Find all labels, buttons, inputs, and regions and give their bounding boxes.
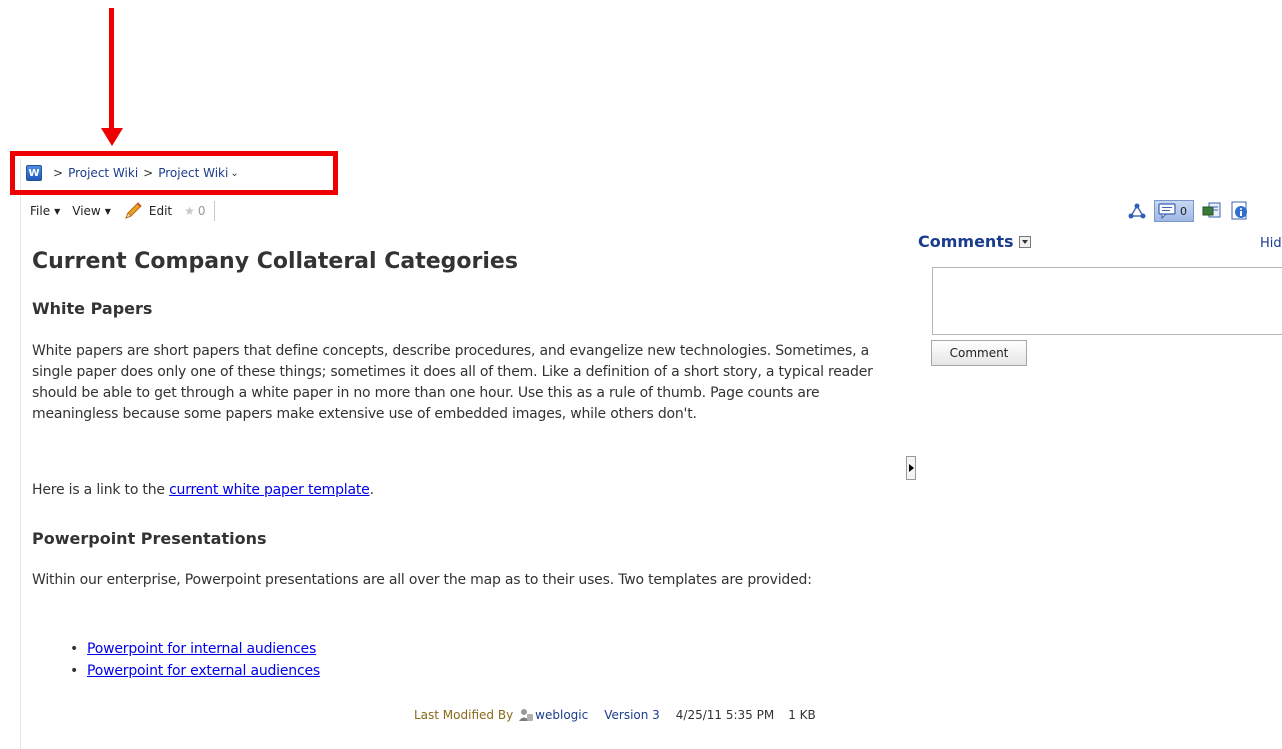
- link-prefix-text: Here is a link to the: [32, 482, 170, 498]
- comment-button[interactable]: Comment: [931, 340, 1027, 366]
- modified-date: 4/25/11 5:35 PM: [675, 708, 775, 722]
- people-connections-button[interactable]: [1128, 202, 1146, 220]
- comments-title: Comments: [918, 232, 1014, 251]
- hide-comments-link[interactable]: Hid: [1260, 236, 1282, 251]
- sidebar-icon-bar: 0: [1128, 198, 1258, 224]
- chevron-right-icon: [908, 464, 914, 472]
- annotation-arrow: [109, 8, 114, 136]
- list-item: Powerpoint for external audiences: [58, 660, 320, 682]
- document-links-button[interactable]: [1202, 202, 1222, 220]
- view-menu[interactable]: View ▼: [72, 204, 111, 218]
- view-menu-label: View: [72, 204, 101, 218]
- chevron-down-icon: ▼: [104, 206, 111, 216]
- comment-input[interactable]: [932, 267, 1282, 335]
- info-icon: [1231, 201, 1247, 220]
- comments-header: Comments: [918, 232, 1031, 251]
- comments-menu-button[interactable]: [1018, 235, 1031, 248]
- file-menu[interactable]: File ▼: [30, 204, 60, 218]
- powerpoint-paragraph: Within our enterprise, Powerpoint presen…: [32, 572, 812, 588]
- toolbar-divider: [213, 201, 215, 221]
- template-link-paragraph: Here is a link to the current white pape…: [32, 482, 374, 498]
- last-modified-label: Last Modified By: [414, 708, 514, 722]
- page-toolbar: File ▼ View ▼ Edit ★ 0: [30, 200, 215, 222]
- annotation-highlight-box: [10, 151, 338, 195]
- comments-toggle-button[interactable]: 0: [1154, 200, 1194, 222]
- user-icon: [519, 709, 534, 721]
- modified-by-user-link[interactable]: weblogic: [519, 708, 588, 722]
- link-suffix-text: .: [369, 482, 374, 498]
- page-footer: Last Modified By weblogic Version 3 4/25…: [414, 708, 816, 722]
- white-papers-paragraph: White papers are short papers that defin…: [32, 343, 873, 422]
- rating-control[interactable]: ★ 0: [184, 204, 205, 218]
- section-heading-white-papers: White Papers: [32, 299, 153, 318]
- section-heading-powerpoint: Powerpoint Presentations: [32, 529, 267, 548]
- annotation-arrow-head: [101, 128, 123, 146]
- pencil-icon: [124, 202, 142, 219]
- network-icon: [1128, 203, 1146, 219]
- comment-count: 0: [1180, 204, 1187, 218]
- version-link[interactable]: Version 3: [604, 708, 660, 722]
- star-icon: ★: [184, 204, 195, 218]
- white-paper-template-link[interactable]: current white paper template: [169, 482, 370, 498]
- linked-document-icon: [1202, 202, 1221, 218]
- edit-button[interactable]: Edit: [123, 202, 172, 220]
- file-size: 1 KB: [788, 708, 816, 722]
- chevron-down-icon: [1021, 239, 1028, 244]
- comment-icon: [1158, 203, 1176, 219]
- rating-count: 0: [197, 204, 206, 218]
- ppt-internal-link[interactable]: Powerpoint for internal audiences: [87, 641, 316, 657]
- file-menu-label: File: [30, 204, 51, 218]
- document-info-button[interactable]: [1230, 201, 1250, 221]
- edit-label: Edit: [148, 204, 173, 218]
- content-left-border: [20, 158, 21, 749]
- list-item: Powerpoint for internal audiences: [58, 638, 320, 660]
- modified-by-user-name: weblogic: [535, 708, 589, 722]
- ppt-external-link[interactable]: Powerpoint for external audiences: [87, 663, 320, 679]
- powerpoint-template-list: Powerpoint for internal audiences Powerp…: [58, 638, 320, 682]
- page-title: Current Company Collateral Categories: [32, 249, 518, 274]
- chevron-down-icon: ▼: [54, 206, 61, 216]
- panel-splitter-toggle[interactable]: [906, 456, 916, 480]
